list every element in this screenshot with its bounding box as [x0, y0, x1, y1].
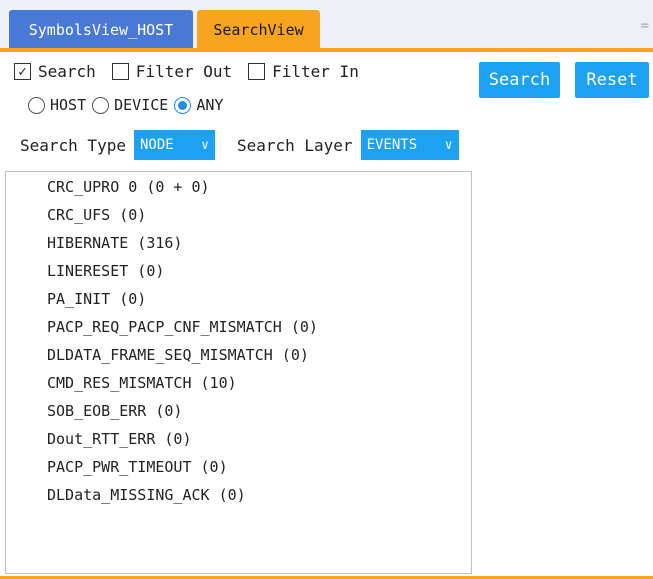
chevron-down-icon: ∨	[201, 137, 209, 153]
search-type-value: NODE	[139, 137, 174, 153]
search-checkbox[interactable]: ✓	[14, 63, 31, 80]
search-button[interactable]: Search	[479, 62, 560, 98]
filter-out-checkbox[interactable]	[111, 63, 129, 80]
list-item[interactable]: PACP_PWR_TIMEOUT (0)	[47, 458, 228, 476]
filter-in-label: Filter In	[272, 62, 359, 81]
chevron-down-icon: ∨	[444, 137, 453, 153]
list-item[interactable]: CRC_UFS (0)	[47, 206, 146, 224]
radio-device-label: DEVICE	[114, 96, 169, 114]
list-item[interactable]: Dout_RTT_ERR (0)	[47, 430, 192, 448]
search-checkbox-label: Search	[38, 62, 96, 81]
search-type-dropdown[interactable]: NODE ∨	[133, 130, 215, 160]
filter-out-label: Filter Out	[135, 62, 233, 81]
search-layer-label: Search Layer	[236, 135, 353, 155]
list-item[interactable]: LINERESET (0)	[47, 262, 164, 280]
filter-row: ✓ Search Filter Out Filter In	[14, 62, 375, 81]
filter-in-checkbox[interactable]	[248, 63, 266, 80]
search-layer-value: EVENTS	[366, 137, 418, 153]
radio-selected-dot	[178, 100, 188, 110]
tab-bar: SymbolsView_HOST SearchView =	[0, 0, 653, 50]
search-layer-dropdown[interactable]: EVENTS ∨	[360, 130, 459, 160]
list-item[interactable]: PACP_REQ_PACP_CNF_MISMATCH (0)	[47, 318, 318, 336]
list-item[interactable]: DLDATA_FRAME_SEQ_MISMATCH (0)	[47, 346, 309, 364]
radio-host[interactable]	[28, 96, 45, 114]
list-item[interactable]: CMD_RES_MISMATCH (10)	[47, 374, 237, 392]
radio-device[interactable]	[92, 96, 110, 114]
search-type-label: Search Type	[20, 135, 126, 155]
tab-symbolsview-host[interactable]: SymbolsView_HOST	[9, 10, 193, 48]
tab-underline	[0, 48, 653, 52]
list-item[interactable]: SOB_EOB_ERR (0)	[47, 402, 182, 420]
search-options-row: Search Type NODE ∨ Search Layer EVENTS ∨	[20, 130, 481, 160]
tab-searchview[interactable]: SearchView	[197, 10, 320, 48]
scope-radio-group: HOST DEVICE ANY	[28, 96, 229, 114]
radio-any-label: ANY	[196, 96, 224, 114]
results-list[interactable]: CRC_UPRO 0 (0 + 0) CRC_UFS (0) HIBERNATE…	[5, 171, 472, 574]
radio-host-label: HOST	[50, 96, 87, 114]
tab-overflow-icon[interactable]: =	[641, 18, 649, 34]
reset-button[interactable]: Reset	[575, 62, 649, 98]
list-item[interactable]: DLData_MISSING_ACK (0)	[47, 486, 246, 504]
list-item[interactable]: HIBERNATE (316)	[47, 234, 182, 252]
radio-any[interactable]	[174, 96, 192, 114]
list-item[interactable]: CRC_UPRO 0 (0 + 0)	[47, 178, 210, 196]
list-item[interactable]: PA_INIT (0)	[47, 290, 146, 308]
